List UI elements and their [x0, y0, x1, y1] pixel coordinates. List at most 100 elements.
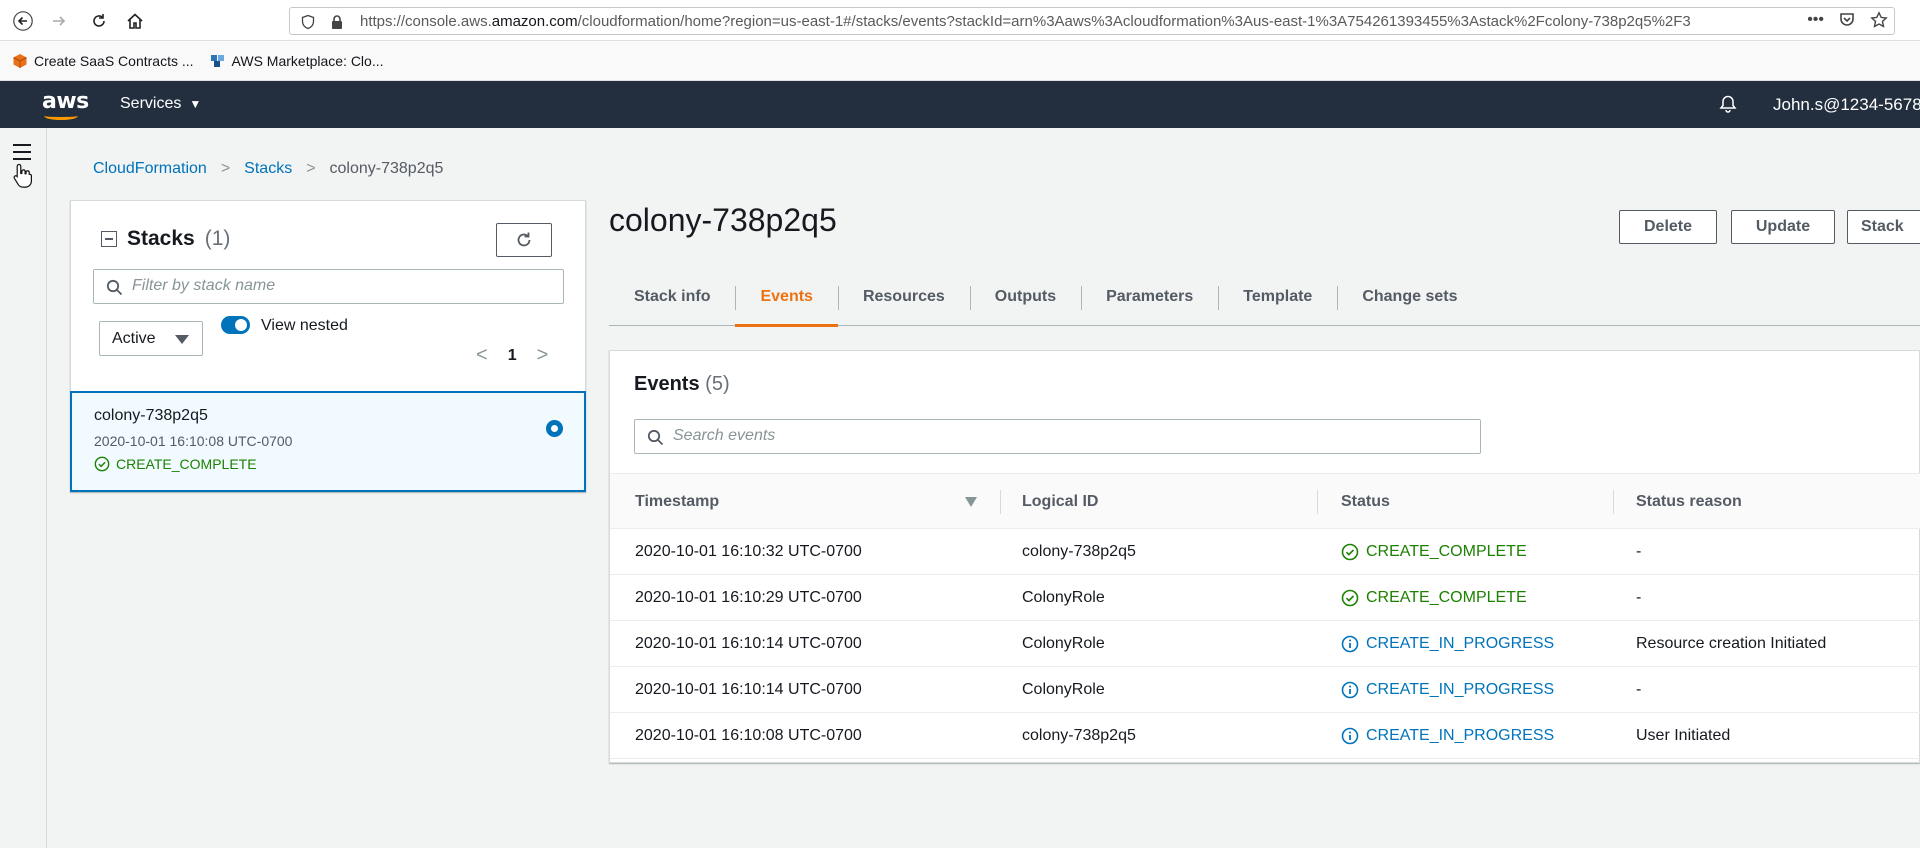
table-row[interactable]: 2020-10-01 16:10:14 UTC-0700 ColonyRole CR…: [610, 621, 1920, 667]
browser-toolbar: https://console.aws.amazon.com/cloudform…: [0, 0, 1920, 41]
tab-change-sets[interactable]: Change sets: [1337, 268, 1482, 326]
url-text: https://console.aws.amazon.com/cloudform…: [360, 13, 1691, 30]
column-divider[interactable]: [1000, 490, 1001, 514]
page-title: colony-738p2q5: [609, 202, 837, 238]
tab-parameters[interactable]: Parameters: [1081, 268, 1218, 326]
column-divider[interactable]: [1613, 490, 1614, 514]
chevron-right-icon: >: [220, 160, 231, 177]
cell-logical-id: colony-738p2q5: [1022, 727, 1136, 744]
check-circle-icon: [1341, 589, 1359, 607]
current-page[interactable]: 1: [508, 347, 517, 365]
status-filter-select[interactable]: Active: [99, 321, 203, 356]
bookmark-saas-contracts[interactable]: Create SaaS Contracts ...: [12, 53, 194, 69]
refresh-button[interactable]: [496, 223, 552, 257]
view-nested-toggle[interactable]: [221, 316, 250, 334]
aws-console-header: aws Services ▼ John.s@1234-5678: [0, 81, 1920, 128]
package-icon: [13, 53, 27, 68]
cell-status: CREATE_IN_PROGRESS: [1341, 621, 1554, 667]
hand-cursor-icon: [13, 163, 32, 188]
cell-timestamp: 2020-10-01 16:10:14 UTC-0700: [635, 681, 862, 698]
account-menu[interactable]: John.s@1234-5678: [1773, 95, 1920, 115]
reload-icon: [93, 14, 105, 27]
cell-timestamp: 2020-10-01 16:10:14 UTC-0700: [635, 635, 862, 652]
stack-select-radio[interactable]: [546, 420, 563, 437]
update-button[interactable]: Update: [1731, 210, 1835, 244]
side-nav-rail: [0, 128, 47, 848]
breadcrumb: CloudFormation > Stacks > colony-738p2q5: [93, 160, 443, 178]
stack-created-date: 2020-10-01 16:10:08 UTC-0700: [94, 433, 293, 449]
tab-outputs[interactable]: Outputs: [969, 268, 1081, 326]
events-search-input[interactable]: [673, 427, 1453, 445]
column-header-timestamp[interactable]: Timestamp: [635, 474, 719, 530]
stack-tabs: Stack info Events Resources Outputs Para…: [609, 268, 1920, 327]
info-circle-icon: [1341, 635, 1359, 653]
breadcrumb-cloudformation[interactable]: CloudFormation: [93, 160, 207, 178]
reload-button[interactable]: [84, 6, 114, 36]
collapse-icon[interactable]: [101, 231, 117, 247]
status-text: CREATE_IN_PROGRESS: [1366, 681, 1555, 698]
table-row[interactable]: 2020-10-01 16:10:08 UTC-0700 colony-738p2…: [610, 713, 1920, 759]
refresh-icon: [517, 232, 531, 247]
pocket-icon[interactable]: [1838, 11, 1856, 29]
events-search-field[interactable]: [634, 419, 1481, 454]
pagination: < 1 >: [476, 344, 548, 367]
cell-logical-id: ColonyRole: [1022, 681, 1105, 698]
events-title: Events (5): [634, 373, 730, 395]
cell-timestamp: 2020-10-01 16:10:29 UTC-0700: [635, 589, 862, 606]
services-menu[interactable]: Services ▼: [120, 95, 201, 113]
cell-status-reason: -: [1636, 681, 1642, 698]
column-divider[interactable]: [1317, 490, 1318, 514]
url-bar[interactable]: https://console.aws.amazon.com/cloudform…: [289, 7, 1895, 35]
lock-icon[interactable]: [330, 14, 344, 30]
cell-status: CREATE_IN_PROGRESS: [1341, 667, 1554, 713]
info-circle-icon: [1341, 727, 1359, 745]
sort-descending-icon[interactable]: [965, 497, 977, 507]
breadcrumb-stacks[interactable]: Stacks: [244, 160, 292, 178]
cell-status: CREATE_COMPLETE: [1341, 529, 1527, 575]
stack-list-item[interactable]: colony-738p2q5 2020-10-01 16:10:08 UTC-0…: [70, 391, 586, 492]
tab-resources[interactable]: Resources: [837, 268, 970, 326]
cell-timestamp: 2020-10-01 16:10:08 UTC-0700: [635, 727, 862, 744]
check-circle-icon: [94, 456, 110, 472]
table-row[interactable]: 2020-10-01 16:10:32 UTC-0700 colony-738p2…: [610, 529, 1920, 575]
cell-status-reason: User Initiated: [1636, 727, 1731, 744]
caret-down-icon: [175, 335, 189, 344]
stack-actions-button[interactable]: Stack: [1847, 210, 1920, 244]
cell-logical-id: ColonyRole: [1022, 635, 1105, 652]
column-header-logical-id[interactable]: Logical ID: [1022, 474, 1098, 530]
check-circle-icon: [1341, 543, 1359, 561]
tab-stack-info[interactable]: Stack info: [609, 268, 735, 326]
delete-button[interactable]: Delete: [1619, 210, 1717, 244]
back-button[interactable]: [8, 6, 38, 36]
stack-filter-field[interactable]: [93, 269, 564, 304]
view-nested-label: View nested: [261, 317, 348, 334]
aws-smile-icon: [44, 112, 78, 120]
chevron-right-icon: >: [306, 160, 316, 177]
status-text: CREATE_IN_PROGRESS: [1366, 727, 1555, 744]
page-actions-icon[interactable]: •••: [1807, 11, 1824, 29]
home-button[interactable]: [120, 6, 150, 36]
forward-button[interactable]: [44, 6, 74, 36]
events-count: (5): [705, 373, 730, 395]
stack-status: CREATE_COMPLETE: [94, 456, 257, 472]
aws-logo[interactable]: aws: [42, 89, 89, 114]
bookmark-aws-marketplace[interactable]: AWS Marketplace: Clo...: [210, 53, 384, 69]
url-actions: •••: [1807, 11, 1888, 29]
shield-icon[interactable]: [300, 14, 316, 30]
next-page-icon[interactable]: >: [537, 344, 549, 367]
bookmark-star-icon[interactable]: [1870, 11, 1888, 29]
tab-template[interactable]: Template: [1218, 268, 1337, 326]
table-row[interactable]: 2020-10-01 16:10:14 UTC-0700 ColonyRole CR…: [610, 667, 1920, 713]
tab-events[interactable]: Events: [735, 268, 839, 327]
bookmarks-bar: Create SaaS Contracts ... AWS Marketplac…: [0, 41, 1920, 81]
stacks-panel-title: Stacks (1): [101, 227, 230, 251]
stack-filter-input[interactable]: [132, 277, 552, 295]
previous-page-icon[interactable]: <: [476, 344, 488, 367]
back-arrow-icon: [13, 11, 33, 31]
column-header-status-reason[interactable]: Status reason: [1636, 474, 1742, 530]
status-text: CREATE_IN_PROGRESS: [1366, 635, 1555, 652]
table-row[interactable]: 2020-10-01 16:10:29 UTC-0700 ColonyRole CR…: [610, 575, 1920, 621]
bell-icon[interactable]: [1718, 94, 1738, 114]
status-text: CREATE_COMPLETE: [1366, 543, 1527, 560]
column-header-status[interactable]: Status: [1341, 474, 1390, 530]
